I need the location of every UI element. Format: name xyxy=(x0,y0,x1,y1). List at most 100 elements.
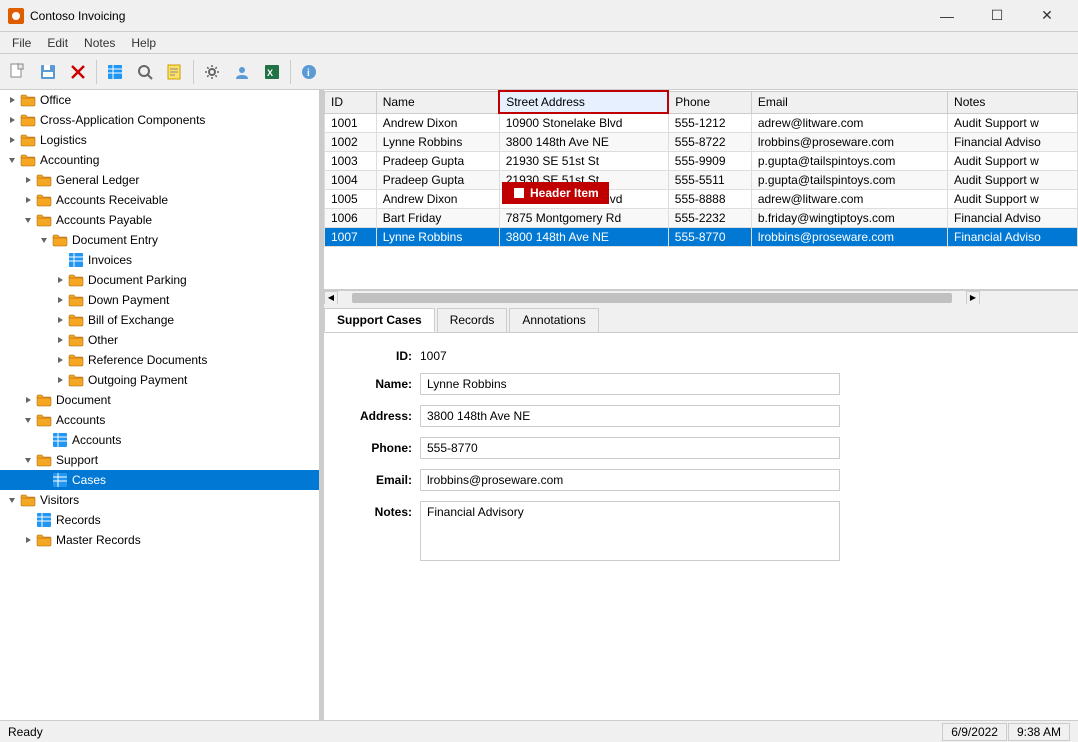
sidebar-label-accounts: Accounts xyxy=(56,413,105,427)
sidebar-item-bill-of-exchange[interactable]: Bill of Exchange xyxy=(0,310,319,330)
phone-label: Phone: xyxy=(340,437,420,455)
table-row[interactable]: 1005Andrew Dixon10900 Stonelake Blvd555-… xyxy=(325,190,1078,209)
col-header-street-address[interactable]: Street Address xyxy=(499,91,668,113)
email-value[interactable]: lrobbins@proseware.com xyxy=(420,469,840,491)
sidebar-item-records[interactable]: Records xyxy=(0,510,319,530)
tab-records[interactable]: Records xyxy=(437,308,508,332)
settings-button[interactable] xyxy=(198,58,226,86)
sidebar-label-cases: Cases xyxy=(72,473,106,487)
sidebar-label-logistics: Logistics xyxy=(40,133,87,147)
expand-icon-accounts-payable xyxy=(20,212,36,228)
minimize-button[interactable]: — xyxy=(924,0,970,32)
table-row[interactable]: 1002Lynne Robbins3800 148th Ave NE555-87… xyxy=(325,133,1078,152)
expand-icon-bill-of-exchange xyxy=(52,312,68,328)
col-header-notes[interactable]: Notes xyxy=(948,91,1078,113)
expand-icon-general-ledger xyxy=(20,172,36,188)
table-icon-invoices xyxy=(68,252,84,268)
menu-notes[interactable]: Notes xyxy=(76,34,123,52)
folder-icon-accounting xyxy=(20,152,36,168)
contacts-button[interactable] xyxy=(228,58,256,86)
menu-bar: File Edit Notes Help xyxy=(0,32,1078,54)
folder-icon-other xyxy=(68,332,84,348)
name-label: Name: xyxy=(340,373,420,391)
expand-icon-document-parking xyxy=(52,272,68,288)
sidebar-item-accounts[interactable]: Accounts xyxy=(0,410,319,430)
sidebar-item-other[interactable]: Other xyxy=(0,330,319,350)
expand-icon-document-entry xyxy=(36,232,52,248)
sidebar-item-accounts-table[interactable]: Accounts xyxy=(0,430,319,450)
menu-help[interactable]: Help xyxy=(123,34,164,52)
id-field: ID: 1007 xyxy=(340,345,1062,363)
table-row[interactable]: 1001Andrew Dixon10900 Stonelake Blvd555-… xyxy=(325,113,1078,133)
table-row[interactable]: 1007Lynne Robbins3800 148th Ave NE555-87… xyxy=(325,228,1078,247)
sidebar-item-accounts-payable[interactable]: Accounts Payable xyxy=(0,210,319,230)
sidebar-item-accounting[interactable]: Accounting xyxy=(0,150,319,170)
sidebar-item-master-records[interactable]: Master Records xyxy=(0,530,319,550)
new-button[interactable] xyxy=(4,58,32,86)
folder-icon-office xyxy=(20,92,36,108)
tab-annotations[interactable]: Annotations xyxy=(509,308,598,332)
phone-value[interactable]: 555-8770 xyxy=(420,437,840,459)
notes-value[interactable]: Financial Advisory xyxy=(420,501,840,561)
detail-tabs: Support CasesRecordsAnnotations xyxy=(324,304,1078,333)
save-button[interactable] xyxy=(34,58,62,86)
folder-icon-accounts xyxy=(36,412,52,428)
expand-icon-down-payment xyxy=(52,292,68,308)
hscroll-thumb[interactable] xyxy=(352,293,952,303)
sidebar-item-visitors[interactable]: Visitors xyxy=(0,490,319,510)
expand-icon-office xyxy=(4,92,20,108)
maximize-button[interactable]: ☐ xyxy=(974,0,1020,32)
content-area: Header Item IDNameStreet AddressPhoneEma… xyxy=(324,90,1078,720)
col-header-email[interactable]: Email xyxy=(751,91,947,113)
table-row[interactable]: 1006Bart Friday7875 Montgomery Rd555-223… xyxy=(325,209,1078,228)
sidebar-item-down-payment[interactable]: Down Payment xyxy=(0,290,319,310)
email-label: Email: xyxy=(340,469,420,487)
info-button[interactable]: i xyxy=(295,58,323,86)
sidebar-label-document-entry: Document Entry xyxy=(72,233,158,247)
hscroll-left[interactable]: ◀ xyxy=(324,291,338,305)
menu-file[interactable]: File xyxy=(4,34,39,52)
excel-button[interactable]: X xyxy=(258,58,286,86)
sidebar-label-bill-of-exchange: Bill of Exchange xyxy=(88,313,174,327)
col-header-id[interactable]: ID xyxy=(325,91,377,113)
sidebar-item-support[interactable]: Support xyxy=(0,450,319,470)
sidebar-label-outgoing-payment: Outgoing Payment xyxy=(88,373,187,387)
expand-icon-accounts xyxy=(20,412,36,428)
tab-support-cases[interactable]: Support Cases xyxy=(324,308,435,332)
menu-edit[interactable]: Edit xyxy=(39,34,76,52)
note-button[interactable] xyxy=(161,58,189,86)
col-header-name[interactable]: Name xyxy=(376,91,499,113)
sidebar-label-support: Support xyxy=(56,453,98,467)
sidebar-item-logistics[interactable]: Logistics xyxy=(0,130,319,150)
sidebar-item-general-ledger[interactable]: General Ledger xyxy=(0,170,319,190)
app-icon xyxy=(8,8,24,24)
sidebar-label-master-records: Master Records xyxy=(56,533,141,547)
folder-icon-general-ledger xyxy=(36,172,52,188)
sidebar-item-cross-app[interactable]: Cross-Application Components xyxy=(0,110,319,130)
close-button[interactable]: ✕ xyxy=(1024,0,1070,32)
col-header-phone[interactable]: Phone xyxy=(668,91,751,113)
table-row[interactable]: 1004Pradeep Gupta21930 SE 51st St555-551… xyxy=(325,171,1078,190)
sidebar-item-reference-docs[interactable]: Reference Documents xyxy=(0,350,319,370)
table-row[interactable]: 1003Pradeep Gupta21930 SE 51st St555-990… xyxy=(325,152,1078,171)
sidebar-item-accounts-receivable[interactable]: Accounts Receivable xyxy=(0,190,319,210)
expand-icon-visitors xyxy=(4,492,20,508)
address-value[interactable]: 3800 148th Ave NE xyxy=(420,405,840,427)
sidebar-item-document-entry[interactable]: Document Entry xyxy=(0,230,319,250)
sidebar-item-cases[interactable]: Cases xyxy=(0,470,319,490)
sidebar-item-invoices[interactable]: Invoices xyxy=(0,250,319,270)
sidebar-item-office[interactable]: Office xyxy=(0,90,319,110)
hscroll-right[interactable]: ▶ xyxy=(966,291,980,305)
hscroll-bar[interactable]: ◀ ▶ xyxy=(324,290,1078,304)
delete-button[interactable] xyxy=(64,58,92,86)
window-controls: — ☐ ✕ xyxy=(924,0,1070,32)
sidebar-item-document[interactable]: Document xyxy=(0,390,319,410)
sidebar-item-document-parking[interactable]: Document Parking xyxy=(0,270,319,290)
expand-icon-reference-docs xyxy=(52,352,68,368)
expand-icon-records xyxy=(20,512,36,528)
table-container: IDNameStreet AddressPhoneEmailNotes 1001… xyxy=(324,90,1078,290)
table-button[interactable] xyxy=(101,58,129,86)
name-value[interactable]: Lynne Robbins xyxy=(420,373,840,395)
search-button[interactable] xyxy=(131,58,159,86)
sidebar-item-outgoing-payment[interactable]: Outgoing Payment xyxy=(0,370,319,390)
